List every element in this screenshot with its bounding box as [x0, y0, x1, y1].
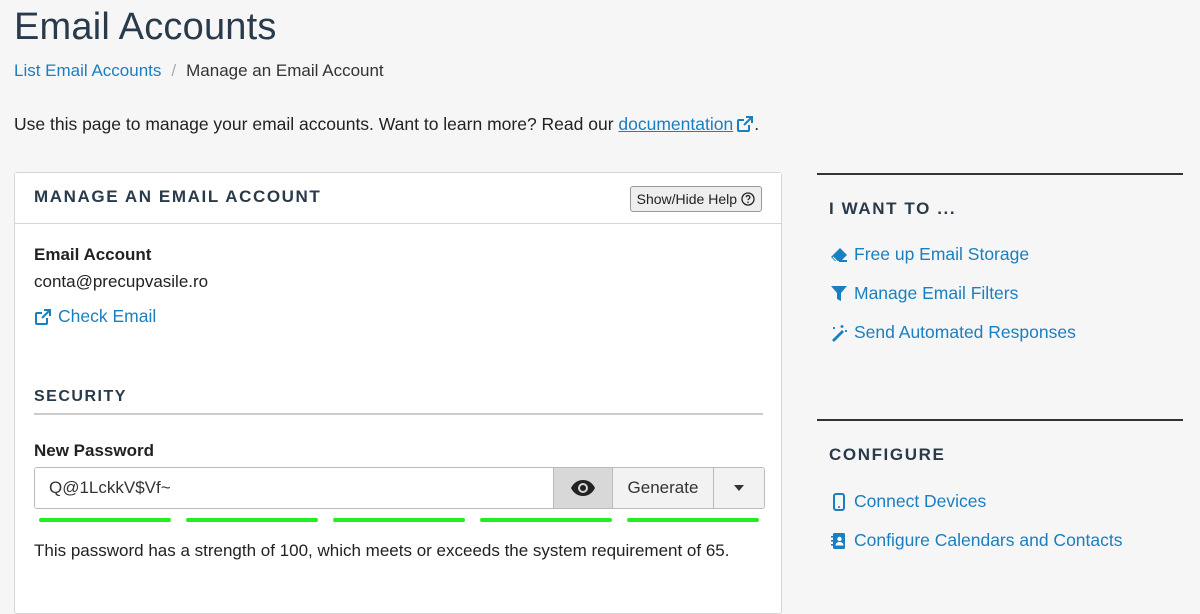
check-email-link[interactable]: Check Email [34, 306, 156, 327]
help-button-label: Show/Hide Help [636, 191, 737, 207]
sidebar-item-configure-calendars-and-contacts[interactable]: Configure Calendars and Contacts [830, 530, 1123, 551]
panel-title: MANAGE AN EMAIL ACCOUNT [34, 187, 322, 206]
email-account-value: conta@precupvasile.ro [34, 272, 209, 291]
eye-icon [571, 480, 595, 496]
sidebar-item-label: Configure Calendars and Contacts [854, 530, 1123, 550]
strength-segment [186, 518, 318, 522]
question-circle-icon [741, 192, 755, 206]
breadcrumb-current: Manage an Email Account [186, 61, 384, 80]
sidebar-configure-title: CONFIGURE [829, 445, 946, 464]
security-section-title: SECURITY [34, 388, 127, 405]
toggle-password-visibility-button[interactable] [553, 468, 612, 508]
password-strength-meter [39, 518, 759, 522]
strength-segment [627, 518, 759, 522]
breadcrumb-list-email-accounts[interactable]: List Email Accounts [14, 61, 161, 81]
intro-period: . [754, 114, 760, 134]
sidebar-item-free-up-email-storage[interactable]: Free up Email Storage [830, 244, 1029, 265]
eraser-icon [831, 247, 847, 262]
panel-header: MANAGE AN EMAIL ACCOUNT Show/Hide Help [15, 173, 781, 224]
show-hide-help-button[interactable]: Show/Hide Help [629, 186, 762, 212]
filter-icon [831, 285, 847, 301]
new-password-input[interactable] [35, 468, 553, 508]
strength-segment [333, 518, 465, 522]
caret-down-icon [734, 485, 744, 491]
check-email-label: Check Email [58, 306, 157, 326]
generate-options-dropdown[interactable] [713, 468, 764, 508]
password-strength-text: This password has a strength of 100, whi… [34, 541, 730, 560]
external-link-icon[interactable] [736, 115, 754, 138]
sidebar-item-label: Send Automated Responses [854, 322, 1076, 342]
sidebar-item-label: Free up Email Storage [854, 244, 1030, 264]
sidebar-want-to-title: I WANT TO ... [829, 199, 957, 218]
breadcrumb-separator: / [171, 61, 177, 80]
sidebar-item-label: Manage Email Filters [854, 283, 1019, 303]
magic-wand-icon [832, 324, 847, 342]
generate-password-button[interactable]: Generate [612, 468, 713, 508]
sidebar-configure-divider [817, 419, 1183, 421]
documentation-link[interactable]: documentation [618, 114, 733, 134]
strength-segment [480, 518, 612, 522]
page-title: Email Accounts [14, 6, 277, 48]
intro-text: Use this page to manage your email accou… [14, 114, 759, 138]
sidebar-want-to-divider [817, 173, 1183, 175]
intro-sentence: Use this page to manage your email accou… [14, 114, 619, 134]
sidebar-item-manage-email-filters[interactable]: Manage Email Filters [830, 283, 1018, 304]
sidebar-item-send-automated-responses[interactable]: Send Automated Responses [830, 322, 1076, 343]
sidebar-item-connect-devices[interactable]: Connect Devices [830, 491, 986, 512]
sidebar-item-label: Connect Devices [854, 491, 987, 511]
security-divider [34, 413, 763, 415]
email-account-label: Email Account [34, 245, 152, 264]
new-password-label: New Password [34, 441, 154, 460]
mobile-icon [833, 492, 845, 511]
external-link-icon [35, 308, 51, 325]
breadcrumb: List Email Accounts / Manage an Email Ac… [14, 61, 384, 81]
address-book-icon [831, 532, 845, 549]
password-input-group: Generate [34, 467, 765, 509]
manage-email-account-panel: MANAGE AN EMAIL ACCOUNT Show/Hide Help E… [14, 172, 782, 614]
strength-segment [39, 518, 171, 522]
